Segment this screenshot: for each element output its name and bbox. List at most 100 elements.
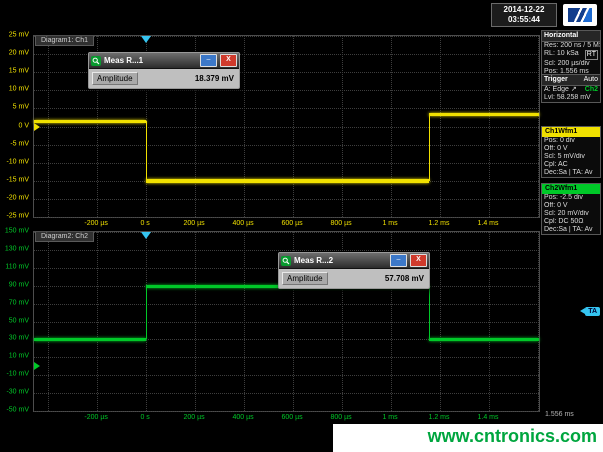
grid-line-horizontal xyxy=(34,304,539,305)
ch1-offset-row: Off: 0 V xyxy=(542,145,600,153)
ch2-decimation-value: Dec:Sa | TA: Av xyxy=(544,226,593,234)
x-axis-tick-label: 1.2 ms xyxy=(429,414,450,421)
grid-line-horizontal xyxy=(34,232,539,233)
watermark-strip: www.cntronics.com xyxy=(333,424,603,452)
close-button[interactable]: X xyxy=(220,54,237,67)
measurement-popup-1-body: Amplitude 18.379 mV xyxy=(89,69,239,88)
channel-offset-marker-icon[interactable] xyxy=(34,362,40,370)
y-axis-tick-label: 70 mV xyxy=(9,299,29,306)
grid-line-horizontal xyxy=(34,250,539,251)
y-axis-tick-label: -10 mV xyxy=(6,371,29,378)
trigger-position-marker-icon[interactable] xyxy=(141,36,151,43)
grid-line-vertical xyxy=(489,36,490,217)
grid-line-horizontal xyxy=(34,36,539,37)
grid-line-horizontal xyxy=(34,217,539,218)
close-button[interactable]: X xyxy=(410,254,427,267)
y-axis-tick-label: -15 mV xyxy=(6,176,29,183)
grid-line-vertical xyxy=(489,232,490,411)
horizontal-recordlength-row: RL: 10 kSa RT xyxy=(542,50,600,60)
channel-offset-marker-icon[interactable] xyxy=(34,123,40,131)
measurement-magnifier-icon xyxy=(91,56,101,66)
horizontal-settings-panel[interactable]: Horizontal Res: 200 ns / 5 MSa/s RL: 10 … xyxy=(541,30,601,77)
ch1-position-row: Pos: 0 div xyxy=(542,137,600,145)
trace-edge xyxy=(146,121,147,181)
grid-line-horizontal xyxy=(34,411,539,412)
time-label: 03:55:44 xyxy=(494,15,554,25)
x-axis-tick-label: 200 µs xyxy=(184,220,205,227)
diagram1-y-axis-labels: 25 mV20 mV15 mV10 mV5 mV0 V-5 mV-10 mV-1… xyxy=(0,35,32,218)
grid-line-vertical xyxy=(391,36,392,217)
y-axis-tick-label: 10 mV xyxy=(9,353,29,360)
y-axis-tick-label: -25 mV xyxy=(6,213,29,220)
ch2-offset-value: Off: 0 V xyxy=(544,202,568,210)
y-axis-tick-label: -5 mV xyxy=(10,140,29,147)
trigger-level-value: Lvl: 58.258 mV xyxy=(544,94,591,102)
ch2-offset-row: Off: 0 V xyxy=(542,202,600,210)
trigger-mode-badge: Auto xyxy=(584,76,598,84)
trigger-source-channel: Ch2 xyxy=(585,86,598,94)
ch1-position-value: Pos: 0 div xyxy=(544,137,575,145)
x-axis-tick-label: -200 µs xyxy=(84,220,108,227)
grid-line-vertical xyxy=(538,36,539,217)
grid-line-vertical xyxy=(538,232,539,411)
measurement-name-chip[interactable]: Amplitude xyxy=(92,72,138,85)
x-axis-tick-label: 1.4 ms xyxy=(477,220,498,227)
x-axis-tick-label: 0 s xyxy=(140,220,149,227)
grid-line-horizontal xyxy=(34,199,539,200)
y-axis-tick-label: -30 mV xyxy=(6,389,29,396)
y-axis-tick-label: 130 mV xyxy=(5,245,29,252)
y-axis-tick-label: 10 mV xyxy=(9,86,29,93)
ch1-offset-value: Off: 0 V xyxy=(544,145,568,153)
minimize-button[interactable]: – xyxy=(390,254,407,267)
rohde-schwarz-logo-mark xyxy=(568,8,592,22)
x-axis-tick-label: 600 µs xyxy=(281,414,302,421)
oscilloscope-screen: 2014-12-22 03:55:44 25 mV20 mV15 mV10 mV… xyxy=(0,0,603,452)
trigger-level-marker[interactable]: TA xyxy=(585,307,600,316)
trace-segment xyxy=(34,120,146,123)
measurement-popup-1-titlebar[interactable]: Meas R...1 – X xyxy=(89,53,239,69)
grid-line-horizontal xyxy=(34,375,539,376)
trigger-position-marker-icon[interactable] xyxy=(141,232,151,239)
y-axis-tick-label: 15 mV xyxy=(9,68,29,75)
record-length-value: RL: 10 kSa xyxy=(544,50,579,60)
grid-line-horizontal xyxy=(34,127,539,128)
diagram2-tab[interactable]: Diagram2: Ch2 xyxy=(35,232,94,242)
ch2-coupling-row: Cpl: DC 50Ω xyxy=(542,218,600,226)
ch1-waveform-tab[interactable]: Ch1Wfm1 xyxy=(542,127,600,137)
resolution-value: Res: 200 ns / 5 MSa/s xyxy=(544,42,600,50)
ch2-waveform-panel[interactable]: Ch2Wfm1 Pos: -2.5 div Off: 0 V Scl: 20 m… xyxy=(541,183,601,235)
ch1-scale-row: Scl: 5 mV/div xyxy=(542,153,600,161)
trigger-settings-panel[interactable]: Trigger Auto A: Edge ↗ Ch2 Lvl: 58.258 m… xyxy=(541,74,601,103)
minimize-button[interactable]: – xyxy=(200,54,217,67)
measurement-name-chip[interactable]: Amplitude xyxy=(282,272,328,285)
horizontal-panel-header: Horizontal xyxy=(542,31,600,42)
ch2-scale-value: Scl: 20 mV/div xyxy=(544,210,589,218)
x-axis-tick-label: 0 s xyxy=(140,414,149,421)
y-axis-tick-label: 5 mV xyxy=(13,104,29,111)
x-axis-tick-label: 800 µs xyxy=(330,414,351,421)
trigger-panel-header: Trigger Auto xyxy=(542,75,600,86)
x-axis-tick-label: 400 µs xyxy=(232,414,253,421)
horizontal-resolution-row: Res: 200 ns / 5 MSa/s xyxy=(542,42,600,50)
grid-line-vertical xyxy=(440,36,441,217)
y-axis-tick-label: -20 mV xyxy=(6,194,29,201)
ch2-position-value: Pos: -2.5 div xyxy=(544,194,583,202)
diagram1-tab[interactable]: Diagram1: Ch1 xyxy=(35,36,94,46)
trace-edge xyxy=(429,287,430,340)
ch1-coupling-row: Cpl: AC xyxy=(542,161,600,169)
measurement-popup-2-titlebar[interactable]: Meas R...2 – X xyxy=(279,253,429,269)
x-axis-tick-label: 600 µs xyxy=(281,220,302,227)
trigger-level-row: Lvl: 58.258 mV xyxy=(542,94,600,102)
trace-segment xyxy=(146,179,429,183)
measurement-magnifier-icon xyxy=(281,256,291,266)
ch1-scale-value: Scl: 5 mV/div xyxy=(544,153,585,161)
rohde-schwarz-logo-icon xyxy=(563,4,597,26)
grid-line-horizontal xyxy=(34,393,539,394)
timebase-scale-value: Scl: 200 µs/div xyxy=(544,60,590,68)
trace-segment xyxy=(34,338,146,341)
y-axis-tick-label: 110 mV xyxy=(5,263,29,270)
measurement-value: 18.379 mV xyxy=(142,74,236,83)
ch1-waveform-panel[interactable]: Ch1Wfm1 Pos: 0 div Off: 0 V Scl: 5 mV/di… xyxy=(541,126,601,178)
ch2-waveform-tab[interactable]: Ch2Wfm1 xyxy=(542,184,600,194)
trigger-source-value: A: Edge ↗ xyxy=(544,86,577,94)
